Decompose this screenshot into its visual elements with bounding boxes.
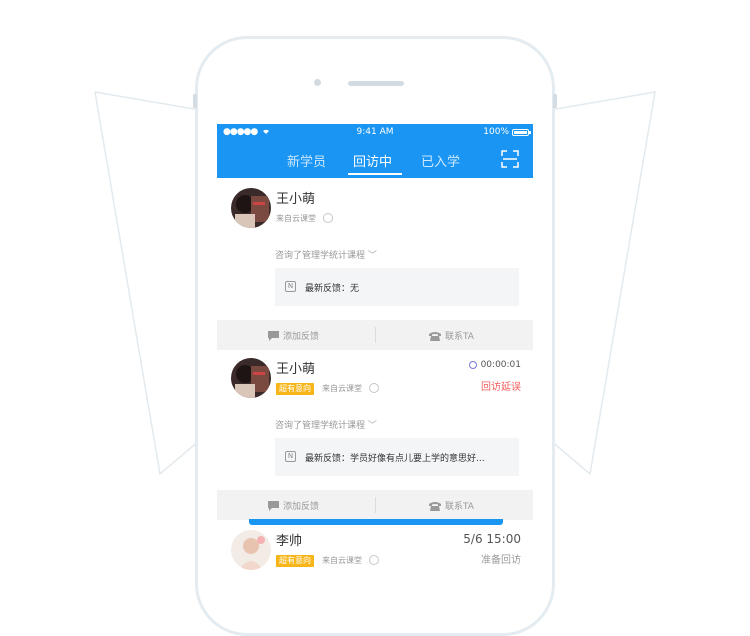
- cloud-icon: [323, 213, 333, 223]
- latest-feedback-box: N 最新反馈：学员好像有点儿要上学的意思好...: [275, 438, 519, 476]
- phone-speaker: [348, 81, 404, 86]
- note-icon: N: [285, 451, 296, 462]
- student-card[interactable]: 李帅 超有意向 来自云课堂 5/6 15:00 准备回访: [217, 524, 533, 584]
- follow-up-status: 回访延误: [481, 382, 521, 393]
- call-timer: 00:00:01: [468, 360, 521, 370]
- student-card[interactable]: 王小萌 超有意向 来自云课堂 00:00:01 回访延误 咨询了管理学统计课程 …: [217, 352, 533, 520]
- add-feedback-label: 添加反馈: [283, 502, 320, 512]
- battery-icon: [512, 128, 531, 136]
- intent-tag: 超有意向: [276, 555, 314, 567]
- contact-label: 联系TA: [445, 332, 474, 342]
- add-feedback-label: 添加反馈: [283, 332, 320, 342]
- phone-camera: [314, 79, 321, 86]
- consult-course[interactable]: 咨询了管理学统计课程 ﹀: [275, 248, 377, 261]
- divider: [375, 497, 376, 513]
- call-timer-value: 00:00:01: [480, 360, 521, 370]
- tab-new-students[interactable]: 新学员: [287, 151, 326, 170]
- consult-course-text: 咨询了管理学统计课程: [275, 421, 366, 431]
- top-nav: 新学员 回访中 已入学: [217, 141, 533, 178]
- latest-feedback-text: 最新反馈：学员好像有点儿要上学的意思好...: [305, 454, 485, 464]
- source-label: 来自云课堂: [322, 384, 362, 393]
- cloud-icon: [369, 383, 379, 393]
- student-name: 王小萌: [276, 362, 316, 377]
- chevron-down-icon: ﹀: [367, 421, 377, 431]
- contact-button[interactable]: 联系TA: [429, 499, 474, 512]
- cloud-icon: [369, 555, 379, 565]
- add-feedback-button[interactable]: 添加反馈: [268, 329, 319, 342]
- status-bar: ●●●●● 9:41 AM 100%: [217, 124, 533, 141]
- contact-label: 联系TA: [445, 502, 474, 512]
- latest-feedback-text: 最新反馈：无: [305, 284, 360, 294]
- student-name: 李帅: [276, 534, 303, 549]
- battery-percent: 100%: [483, 127, 509, 137]
- tab-follow-up[interactable]: 回访中: [353, 151, 392, 170]
- latest-feedback-box: N 最新反馈：无: [275, 268, 519, 306]
- clock-icon: [468, 361, 477, 369]
- intent-tag: 超有意向: [276, 383, 314, 395]
- active-tab-indicator: [348, 173, 402, 175]
- card-action-bar: 添加反馈 联系TA: [217, 490, 533, 520]
- tab-enrolled[interactable]: 已入学: [421, 151, 460, 170]
- student-card[interactable]: 王小萌 来自云课堂 咨询了管理学统计课程 ﹀ N 最新反馈：无 添加反馈 联系T…: [217, 182, 533, 350]
- comment-icon: [268, 330, 279, 341]
- follow-up-status: 准备回访: [481, 555, 521, 566]
- battery-indicator: 100%: [483, 127, 531, 137]
- source-label: 来自云课堂: [276, 214, 316, 223]
- avatar: [231, 530, 271, 570]
- add-feedback-button[interactable]: 添加反馈: [268, 499, 319, 512]
- app-screen: ●●●●● 9:41 AM 100% 新学员 回访中 已入学 王小萌 来自云课堂…: [217, 124, 533, 584]
- note-icon: N: [285, 281, 296, 292]
- phone-icon: [429, 331, 441, 341]
- phone-side-button: [193, 94, 197, 108]
- phone-side-button: [553, 94, 557, 108]
- source-label: 来自云课堂: [322, 556, 362, 565]
- card-action-bar: 添加反馈 联系TA: [217, 320, 533, 350]
- consult-course-text: 咨询了管理学统计课程: [275, 251, 366, 261]
- divider: [375, 327, 376, 343]
- chevron-down-icon: ﹀: [367, 251, 377, 261]
- follow-up-date: 5/6 15:00: [463, 532, 521, 546]
- contact-button[interactable]: 联系TA: [429, 329, 474, 342]
- consult-course[interactable]: 咨询了管理学统计课程 ﹀: [275, 418, 377, 431]
- scan-icon[interactable]: [501, 150, 519, 168]
- avatar: [231, 358, 271, 398]
- comment-icon: [268, 500, 279, 511]
- student-name: 王小萌: [276, 192, 316, 207]
- phone-icon: [429, 501, 441, 511]
- avatar: [231, 188, 271, 228]
